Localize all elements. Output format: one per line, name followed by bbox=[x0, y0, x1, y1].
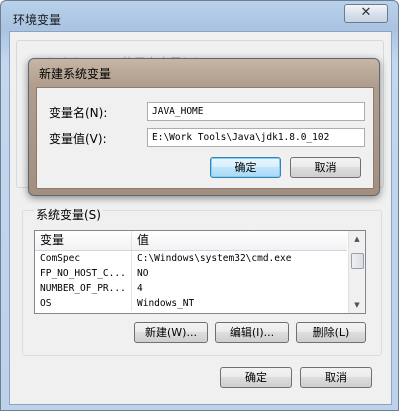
edit-variable-button[interactable]: 编辑(I)... bbox=[215, 322, 289, 343]
variable-value-label: 变量值(V): bbox=[49, 132, 107, 146]
variable-name: FP_NO_HOST_C... bbox=[35, 266, 132, 281]
list-item[interactable]: OS Windows_NT bbox=[35, 296, 347, 311]
dialog-ok-button[interactable]: 确定 bbox=[210, 157, 281, 178]
system-variables-label: 系统变量(S) bbox=[34, 206, 103, 223]
column-header-value[interactable]: 值 bbox=[132, 231, 347, 250]
close-button[interactable]: ✕ bbox=[344, 4, 388, 23]
system-variables-list[interactable]: 变量 值 ComSpec C:\Windows\system32\cmd.exe… bbox=[34, 230, 366, 314]
list-item[interactable]: FP_NO_HOST_C... NO bbox=[35, 266, 347, 281]
scroll-up-arrow-icon[interactable]: ▲ bbox=[349, 231, 365, 247]
list-item[interactable]: NUMBER_OF_PR... 4 bbox=[35, 281, 347, 296]
new-system-variable-dialog: 新建系统变量 变量名(N): JAVA_HOME 变量值(V): E:\Work… bbox=[28, 58, 380, 196]
variable-name: ComSpec bbox=[35, 251, 132, 266]
ok-button[interactable]: 确定 bbox=[220, 367, 292, 388]
column-header-variable[interactable]: 变量 bbox=[35, 231, 132, 250]
variable-name: NUMBER_OF_PR... bbox=[35, 281, 132, 296]
variable-value: Windows_NT bbox=[137, 298, 195, 309]
cancel-button[interactable]: 取消 bbox=[300, 367, 372, 388]
variable-value: 4 bbox=[137, 283, 143, 294]
window-title: 环境变量 bbox=[13, 13, 62, 27]
vertical-scrollbar[interactable]: ▲ ▼ bbox=[348, 231, 365, 313]
dialog-body: 变量名(N): JAVA_HOME 变量值(V): E:\Work Tools\… bbox=[36, 87, 374, 189]
list-item[interactable]: ComSpec C:\Windows\system32\cmd.exe bbox=[35, 251, 347, 266]
variable-name-input[interactable]: JAVA_HOME bbox=[147, 102, 365, 121]
variable-value-input[interactable]: E:\Work Tools\Java\jdk1.8.0_102 bbox=[147, 128, 365, 147]
dialog-cancel-button[interactable]: 取消 bbox=[290, 157, 361, 178]
scrollbar-thumb[interactable] bbox=[351, 253, 364, 269]
scroll-down-arrow-icon[interactable]: ▼ bbox=[349, 297, 365, 313]
dialog-title: 新建系统变量 bbox=[39, 67, 112, 81]
list-header: 变量 值 bbox=[35, 231, 347, 251]
variable-name: OS bbox=[35, 296, 132, 311]
new-variable-button[interactable]: 新建(W)... bbox=[134, 322, 208, 343]
variable-value: C:\Windows\system32\cmd.exe bbox=[137, 253, 292, 264]
delete-variable-button[interactable]: 删除(L) bbox=[296, 322, 366, 343]
variable-name-label: 变量名(N): bbox=[49, 106, 108, 120]
variable-value: NO bbox=[137, 268, 149, 279]
